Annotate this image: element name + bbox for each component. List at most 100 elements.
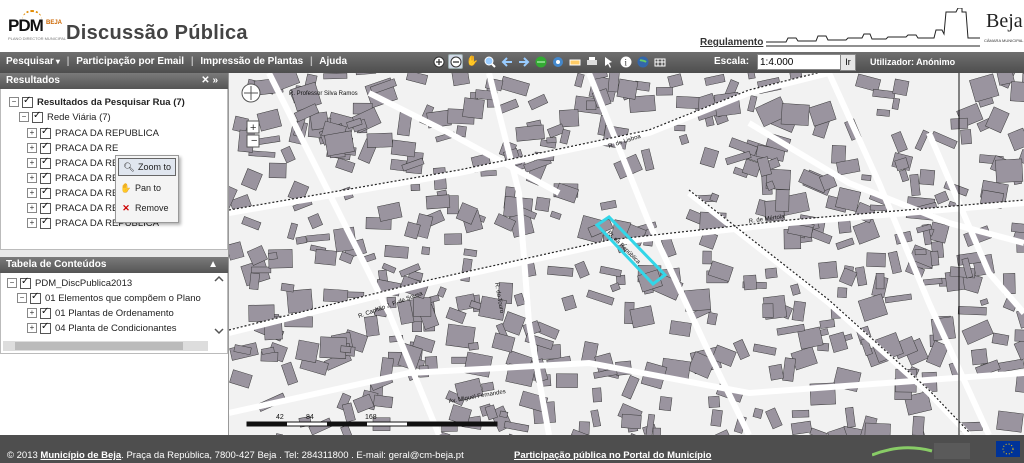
map-canvas[interactable]: + − 42 84 168 R. Professor Silva Ramos R…: [229, 73, 1024, 435]
ir-button[interactable]: Ir: [840, 54, 856, 71]
building-block: [1015, 374, 1024, 394]
checkbox[interactable]: [40, 201, 51, 214]
toc-group-row[interactable]: − 01 Elementos que compõem o Plano: [17, 291, 201, 305]
measure-icon[interactable]: [567, 54, 582, 69]
menu-pesquisar[interactable]: Pesquisar: [6, 56, 54, 67]
checkbox[interactable]: [30, 291, 41, 304]
checkbox[interactable]: [40, 321, 51, 334]
building-block: [1014, 329, 1024, 342]
menu-ajuda[interactable]: Ajuda: [319, 56, 347, 67]
collapse-icon[interactable]: −: [19, 112, 29, 122]
grid-icon[interactable]: [652, 54, 667, 69]
world-icon[interactable]: [635, 54, 650, 69]
checkbox[interactable]: [40, 141, 51, 154]
page-title: Discussão Pública: [66, 22, 248, 44]
checkbox[interactable]: [40, 216, 51, 229]
back-arrow-icon[interactable]: [499, 54, 514, 69]
building-block: [674, 124, 686, 132]
expand-icon[interactable]: +: [27, 128, 37, 138]
ctx-remove[interactable]: ✕ Remove: [116, 198, 178, 218]
map-viewport[interactable]: + − 42 84 168 R. Professor Silva Ramos R…: [229, 73, 1024, 435]
expand-icon[interactable]: +: [27, 143, 37, 153]
toc-item[interactable]: +01 Plantas de Ordenamento: [27, 306, 174, 320]
toc-root-row[interactable]: − PDM_DiscPublica2013: [7, 276, 132, 290]
collapse-icon[interactable]: −: [7, 278, 17, 288]
expand-icon[interactable]: +: [27, 158, 37, 168]
checkbox[interactable]: [32, 110, 43, 123]
footer-text: © 2013 Município de Beja. Praça da Repúb…: [7, 450, 464, 461]
building-block: [710, 409, 723, 427]
checkbox[interactable]: [40, 306, 51, 319]
building-block: [499, 410, 509, 419]
expand-icon[interactable]: +: [27, 173, 37, 183]
collapse-icon[interactable]: −: [9, 97, 19, 107]
pan-hand-icon[interactable]: ✋: [465, 54, 480, 69]
result-item[interactable]: + PRACA DA RE: [27, 171, 118, 185]
tree-root-row[interactable]: − Resultados da Pesquisar Rua (7): [9, 95, 185, 109]
toc-horizontal-scrollbar[interactable]: [3, 341, 208, 351]
result-item[interactable]: + PRACA DA RE: [27, 186, 118, 200]
toc-item[interactable]: +04 Planta de Condicionantes: [27, 321, 176, 335]
result-item[interactable]: + PRACA DA RE: [27, 141, 118, 155]
building-block: [324, 130, 355, 157]
globe-icon[interactable]: [533, 54, 548, 69]
expand-icon[interactable]: +: [27, 188, 37, 198]
escala-input[interactable]: [757, 54, 841, 70]
collapse-icon[interactable]: −: [17, 293, 27, 303]
expand-icon[interactable]: +: [27, 218, 37, 228]
building-block: [675, 96, 700, 110]
magnifier-icon: 🔍︎: [123, 161, 135, 172]
expand-icon[interactable]: +: [27, 308, 37, 318]
zoom-out-icon[interactable]: [448, 54, 463, 69]
checkbox[interactable]: [20, 276, 31, 289]
building-block: [295, 339, 320, 364]
result-label: PRACA DA RE: [55, 157, 119, 169]
building-block: [702, 250, 712, 265]
checkbox[interactable]: [22, 95, 33, 108]
building-block: [747, 73, 756, 80]
municipio-link[interactable]: Município de Beja: [40, 450, 121, 461]
zoom-extent-icon[interactable]: [482, 54, 497, 69]
select-icon[interactable]: [601, 54, 616, 69]
camara-municipal-logo[interactable]: Beja CÂMARA MUNICIPAL: [982, 10, 1024, 46]
panel-controls[interactable]: ✕ »: [201, 73, 218, 89]
resultados-header[interactable]: Resultados ✕ »: [0, 73, 228, 89]
menu-participacao-email[interactable]: Participação por Email: [76, 56, 184, 67]
scrollbar-thumb[interactable]: [15, 342, 183, 350]
toc-item-label: 04 Planta de Condicionantes: [55, 322, 177, 334]
pan-control[interactable]: [241, 83, 261, 103]
building-block: [791, 300, 806, 322]
zoom-in-icon[interactable]: [431, 54, 446, 69]
ctx-zoom-to[interactable]: 🔍︎ Zoom to: [118, 158, 176, 176]
building-block: [249, 272, 260, 290]
castle-skyline-icon: [766, 8, 980, 47]
building-block: [743, 274, 758, 291]
portal-link[interactable]: Participação pública no Portal do Municí…: [514, 450, 711, 461]
chevron-down-icon[interactable]: ▾: [56, 57, 60, 66]
info-icon[interactable]: i: [618, 54, 633, 69]
expand-icon[interactable]: +: [27, 203, 37, 213]
tree-group-row[interactable]: − Rede Viária (7): [19, 110, 111, 124]
menu-impressao-plantas[interactable]: Impressão de Plantas: [200, 56, 303, 67]
toc-header[interactable]: Tabela de Conteúdos ▲: [0, 257, 228, 273]
ctx-pan-to[interactable]: ✋ Pan to: [116, 178, 178, 198]
result-item[interactable]: + PRACA DA RE: [27, 156, 118, 170]
pdm-logo[interactable]: PDM BEJA PLANO DIRECTOR MUNICIPAL: [6, 10, 66, 44]
regulamento-link[interactable]: Regulamento: [700, 37, 763, 48]
result-item[interactable]: + PRACA DA REPUBLICA: [27, 126, 159, 140]
left-panel: Resultados ✕ » −Resultados da Pesquisar …: [0, 73, 229, 435]
checkbox[interactable]: [40, 156, 51, 169]
toc-vertical-scrollbar[interactable]: [214, 275, 224, 337]
building-block: [280, 282, 295, 293]
collapse-up-icon[interactable]: ▲: [208, 257, 218, 273]
checkbox[interactable]: [40, 171, 51, 184]
building-block: [450, 73, 470, 87]
layers-icon[interactable]: [550, 54, 565, 69]
expand-icon[interactable]: +: [27, 323, 37, 333]
checkbox[interactable]: [40, 186, 51, 199]
checkbox[interactable]: [40, 126, 51, 139]
print-icon[interactable]: [584, 54, 599, 69]
building-block: [768, 363, 784, 381]
forward-arrow-icon[interactable]: [516, 54, 531, 69]
panel-splitter[interactable]: [0, 250, 228, 257]
